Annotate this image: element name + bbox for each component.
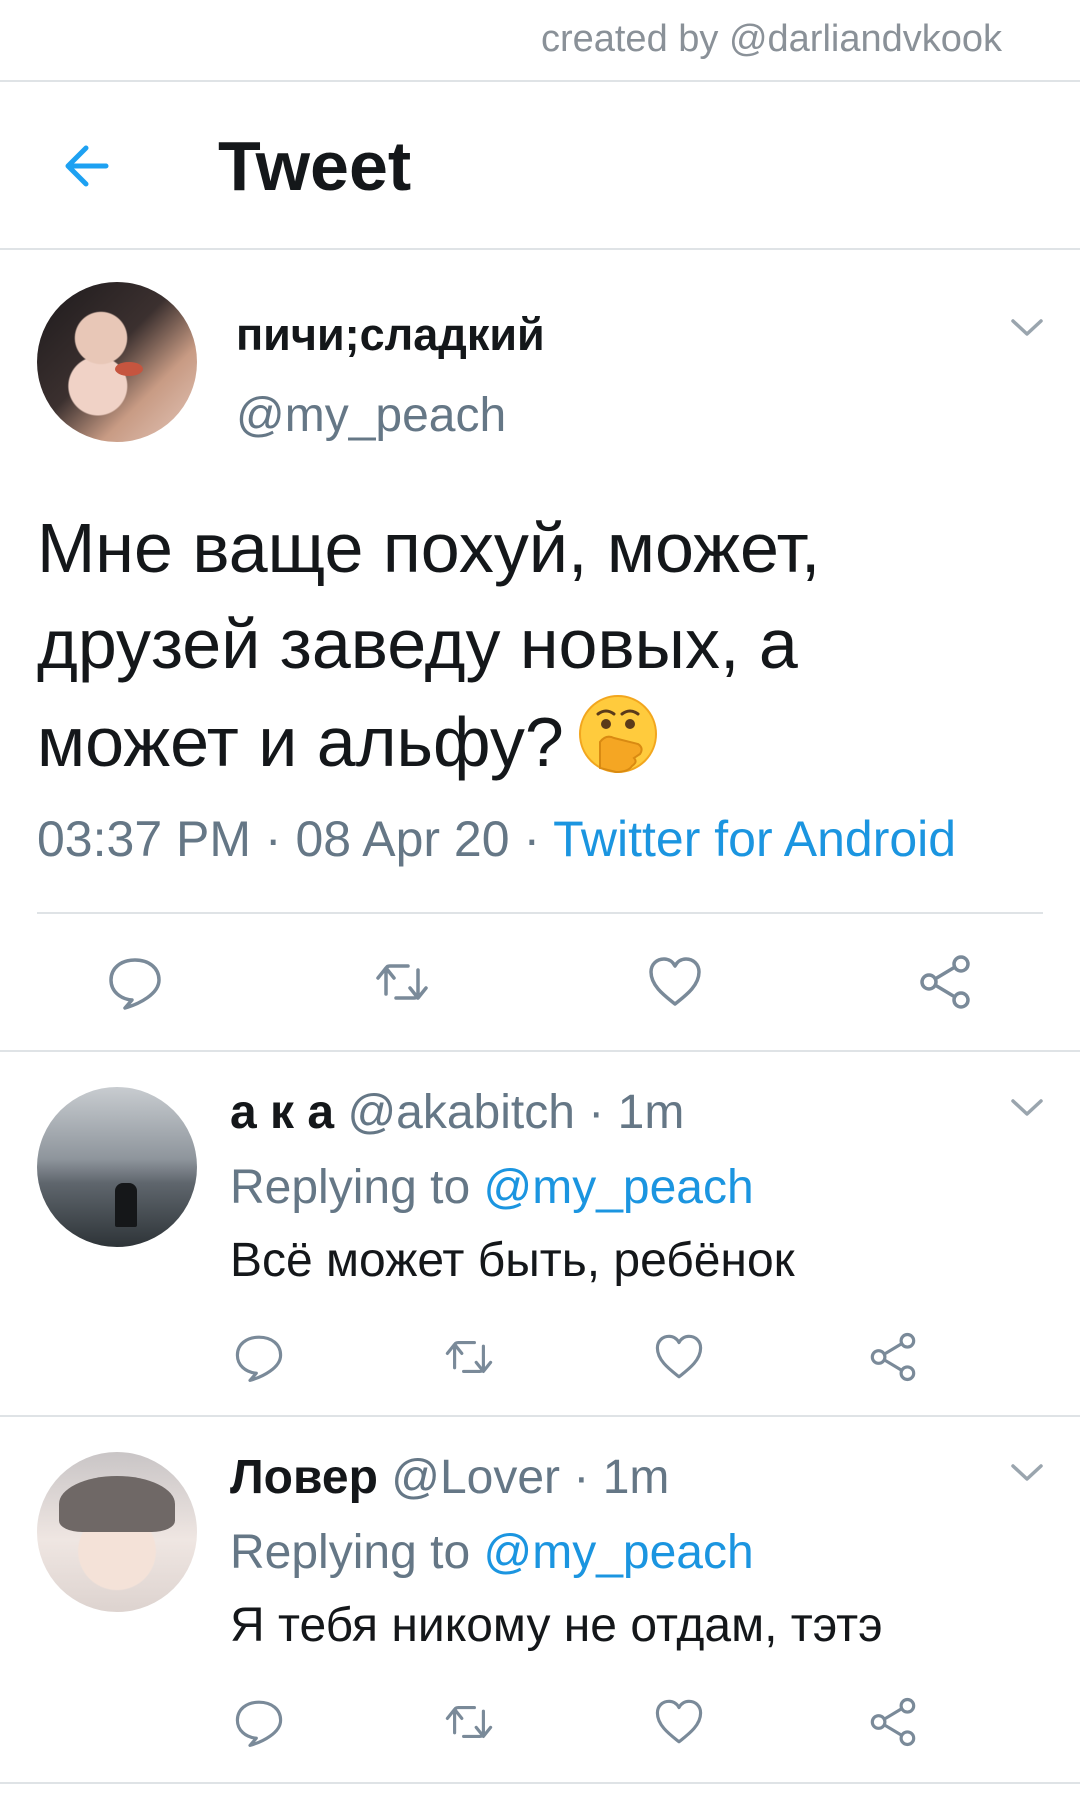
arrow-left-icon[interactable] bbox=[58, 138, 114, 194]
meta-separator: · bbox=[573, 1451, 590, 1504]
author-display-name[interactable]: пичи;сладкий bbox=[236, 309, 545, 361]
chevron-down-icon[interactable] bbox=[1010, 318, 1044, 338]
author-handle[interactable]: @my_peach bbox=[236, 388, 506, 443]
reply-handle[interactable]: @akabitch bbox=[347, 1086, 575, 1139]
tweet-meta: 03:37 PM · 08 Apr 20 · Twitter for Andro… bbox=[37, 810, 956, 868]
replying-label: Replying to bbox=[230, 1526, 471, 1579]
chevron-down-icon[interactable] bbox=[1010, 1463, 1044, 1483]
tweet-source-link[interactable]: Twitter for Android bbox=[553, 811, 956, 867]
reply-handle[interactable]: @Lover bbox=[391, 1451, 560, 1504]
top-divider bbox=[0, 80, 1080, 82]
avatar[interactable] bbox=[37, 1452, 197, 1612]
reply-divider bbox=[0, 1415, 1080, 1417]
meta-divider bbox=[37, 912, 1043, 914]
avatar[interactable] bbox=[37, 282, 197, 442]
share-icon[interactable] bbox=[915, 952, 975, 1012]
tweet-date: 08 Apr 20 bbox=[295, 811, 510, 867]
replying-to: Replying to @my_peach bbox=[230, 1525, 754, 1580]
replying-to-link[interactable]: @my_peach bbox=[483, 1161, 753, 1214]
retweet-icon[interactable] bbox=[442, 1695, 496, 1749]
reply-bubble-icon[interactable] bbox=[232, 1330, 286, 1384]
replying-to-link[interactable]: @my_peach bbox=[483, 1526, 753, 1579]
reply-text: Всё может быть, ребёнок bbox=[230, 1234, 795, 1287]
reply-display-name[interactable]: а к а bbox=[230, 1086, 334, 1139]
face-with-hand-over-mouth-icon bbox=[576, 692, 660, 776]
reply-divider bbox=[0, 1782, 1080, 1784]
tweet-time: 03:37 PM bbox=[37, 811, 252, 867]
reply-header: а к а @akabitch · 1m bbox=[230, 1085, 684, 1140]
reply-bubble-icon[interactable] bbox=[232, 1695, 286, 1749]
share-icon[interactable] bbox=[866, 1695, 920, 1749]
retweet-icon[interactable] bbox=[372, 952, 432, 1012]
heart-icon[interactable] bbox=[645, 952, 705, 1012]
replying-to: Replying to @my_peach bbox=[230, 1160, 754, 1215]
chevron-down-icon[interactable] bbox=[1010, 1098, 1044, 1118]
page-title: Tweet bbox=[218, 127, 412, 205]
avatar[interactable] bbox=[37, 1087, 197, 1247]
heart-icon[interactable] bbox=[652, 1695, 706, 1749]
watermark-text: created by @darliandvkook bbox=[540, 18, 1002, 60]
meta-separator: · bbox=[588, 1086, 605, 1139]
meta-separator: · bbox=[264, 811, 282, 867]
tweet-body: Мне ваще похуй, может, друзей заведу нов… bbox=[37, 509, 821, 781]
heart-icon[interactable] bbox=[652, 1330, 706, 1384]
retweet-icon[interactable] bbox=[442, 1330, 496, 1384]
reply-bubble-icon[interactable] bbox=[105, 952, 165, 1012]
reply-header: Ловер @Lover · 1m bbox=[230, 1450, 669, 1505]
tweet-divider bbox=[0, 1050, 1080, 1052]
header-divider bbox=[0, 248, 1080, 250]
reply-age: 1m bbox=[602, 1451, 670, 1504]
tweet-text: Мне ваще похуй, может, друзей заведу нов… bbox=[37, 500, 997, 790]
reply-age: 1m bbox=[617, 1086, 685, 1139]
replying-label: Replying to bbox=[230, 1161, 471, 1214]
reply-text: Я тебя никому не отдам, тэтэ bbox=[230, 1599, 883, 1652]
reply-display-name[interactable]: Ловер bbox=[230, 1451, 378, 1504]
meta-separator: · bbox=[523, 811, 541, 867]
share-icon[interactable] bbox=[866, 1330, 920, 1384]
